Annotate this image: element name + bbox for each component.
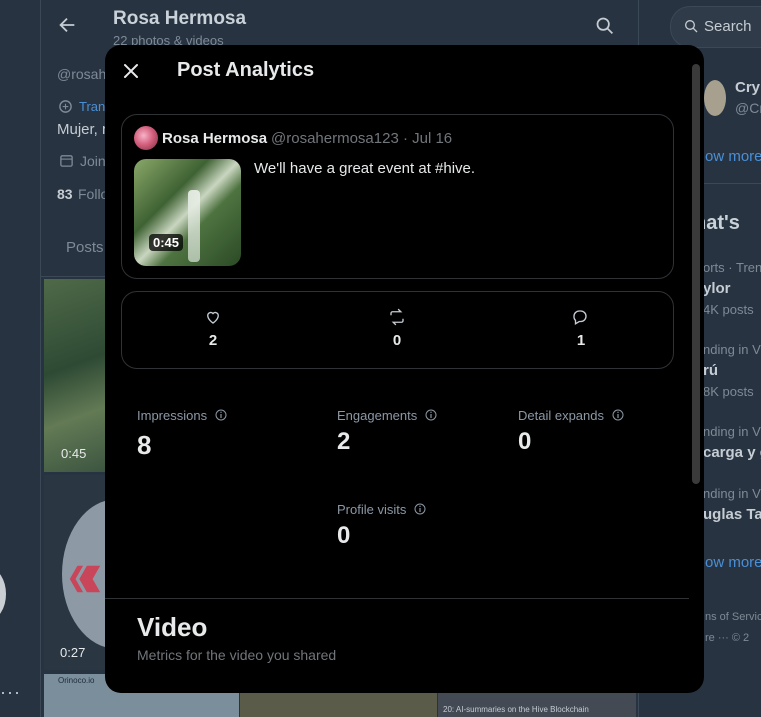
- section-divider: [105, 598, 689, 599]
- avatar[interactable]: [704, 80, 726, 116]
- modal-title: Post Analytics: [177, 59, 315, 81]
- trend-topic[interactable]: rú: [703, 362, 718, 379]
- trend-context: nding in V: [703, 342, 761, 357]
- media-caption: 20: AI-summaries on the Hive Blockchain: [443, 705, 589, 714]
- close-icon[interactable]: [121, 61, 141, 81]
- info-icon[interactable]: [612, 409, 624, 421]
- heart-icon: [207, 311, 219, 324]
- replies-count: 1: [576, 332, 586, 349]
- metric-detail-expands-label: Detail expands: [518, 408, 624, 423]
- back-arrow-icon[interactable]: [56, 14, 78, 36]
- video-duration-badge: 0:45: [149, 234, 184, 251]
- repost-icon: [390, 308, 404, 326]
- trend-topic[interactable]: ylor: [703, 280, 731, 297]
- post-text: We'll have a great event at #hive.: [254, 160, 476, 177]
- trend-context: orts · Tren: [703, 260, 761, 275]
- tab-posts[interactable]: Posts: [66, 239, 104, 256]
- profile-name-header: Rosa Hermosa: [113, 8, 247, 29]
- joined-date: Join: [80, 153, 106, 169]
- metric-impressions-label: Impressions: [137, 408, 227, 423]
- post-handle-date: @rosahermosa123 · Jul 16: [271, 130, 453, 147]
- show-more-link[interactable]: ow more: [705, 554, 761, 571]
- suggested-user-handle: @Cr: [735, 100, 761, 116]
- trend-count: 4K posts: [703, 302, 754, 317]
- metric-engagements-label: Engagements: [337, 408, 437, 423]
- engagement-card: [121, 291, 674, 369]
- search-placeholder: Search: [704, 18, 752, 35]
- divider: [700, 183, 761, 184]
- trend-topic[interactable]: carga y g: [703, 444, 761, 461]
- translate-bio-link[interactable]: Tran: [79, 99, 105, 114]
- likes-count: 2: [208, 332, 218, 349]
- metric-profile-visits-label: Profile visits: [337, 502, 426, 517]
- media-thumbnail[interactable]: [44, 279, 105, 472]
- calendar-icon: [60, 155, 73, 167]
- metric-detail-expands-value: 0: [518, 428, 532, 455]
- info-icon[interactable]: [425, 409, 437, 421]
- trend-context: nding in V: [703, 486, 761, 501]
- metric-profile-visits-value: 0: [337, 522, 351, 549]
- video-section-title: Video: [137, 612, 208, 642]
- info-icon[interactable]: [215, 409, 227, 421]
- search-icon: [685, 20, 698, 33]
- translate-icon: [59, 100, 72, 113]
- following-count[interactable]: 83: [57, 186, 73, 202]
- modal-scrollbar-thumb[interactable]: [692, 64, 700, 484]
- following-label[interactable]: Follo: [78, 186, 108, 202]
- terms-link[interactable]: ns of Servic: [705, 611, 761, 623]
- waterfall-image-detail: [188, 190, 200, 262]
- avatar[interactable]: [134, 126, 158, 150]
- media-duration: 0:27: [60, 645, 86, 660]
- more-options-icon[interactable]: ···: [0, 682, 21, 703]
- info-icon[interactable]: [414, 503, 426, 515]
- trend-count: 8K posts: [703, 384, 754, 399]
- show-more-link[interactable]: ow more: [705, 148, 761, 165]
- reply-icon: [573, 310, 587, 325]
- trend-context: nding in V: [703, 424, 761, 439]
- metric-label-text: Detail expands: [518, 408, 604, 423]
- hive-logo-icon: [69, 565, 101, 593]
- metric-engagements-value: 2: [337, 428, 351, 455]
- trend-topic[interactable]: uglas Ta: [703, 506, 761, 523]
- profile-handle: @rosah: [57, 66, 107, 82]
- reposts-count: 0: [392, 332, 402, 349]
- metric-label-text: Profile visits: [337, 502, 407, 517]
- profile-bio: Mujer, r: [57, 121, 108, 138]
- media-caption: Orinoco.io: [58, 676, 95, 685]
- post-author-name[interactable]: Rosa Hermosa: [162, 130, 267, 147]
- video-section-subtitle: Metrics for the video you shared: [137, 647, 337, 663]
- left-nav-rail: [0, 0, 41, 717]
- search-icon[interactable]: [594, 15, 615, 36]
- metric-label-text: Impressions: [137, 408, 208, 423]
- footer-more[interactable]: re ··· © 2: [705, 632, 749, 644]
- metric-label-text: Engagements: [337, 408, 418, 423]
- suggested-user-name[interactable]: Cry: [735, 79, 760, 96]
- metric-impressions-value: 8: [137, 430, 152, 460]
- media-duration: 0:45: [61, 446, 87, 461]
